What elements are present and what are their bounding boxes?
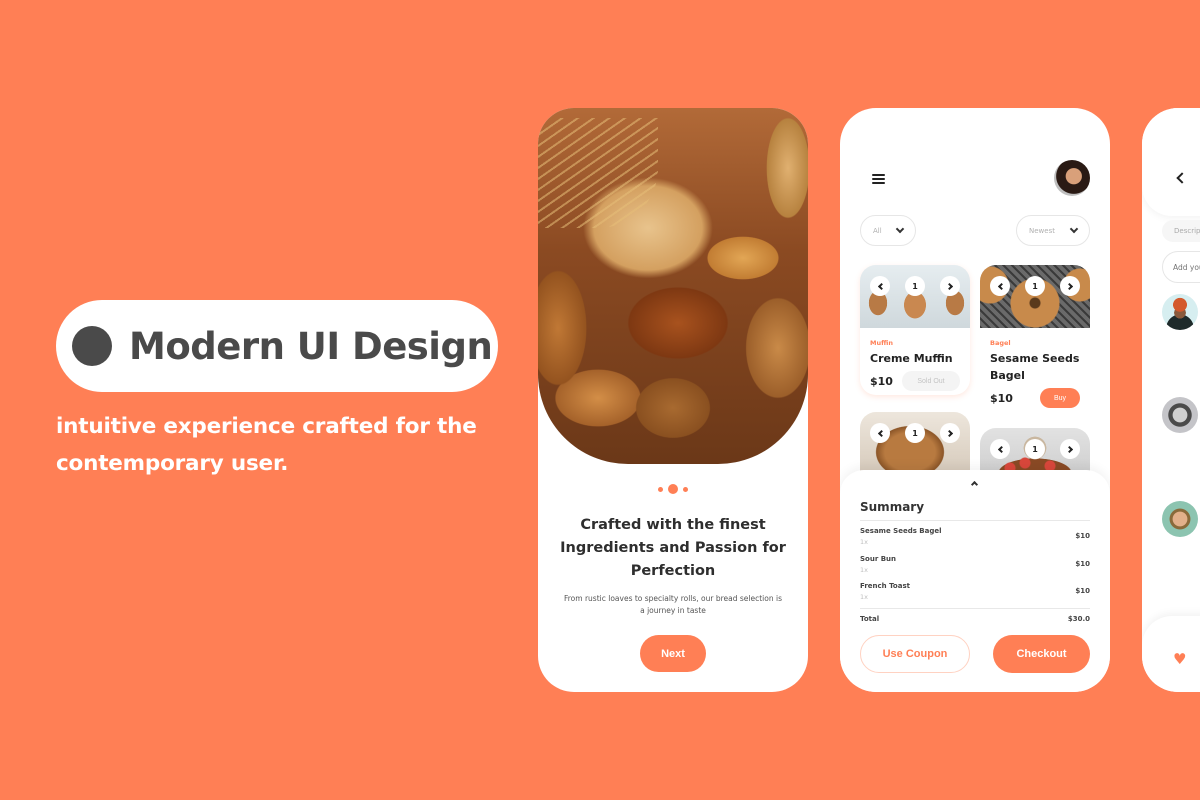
page-dot[interactable] [683, 486, 688, 492]
sour-bun-image: 1 [860, 412, 970, 475]
description-tab[interactable]: Description [1162, 220, 1200, 242]
comment-input[interactable] [1162, 251, 1200, 283]
page-dot[interactable] [658, 486, 663, 492]
summary-item: French Toast 1x $10 [860, 582, 1090, 606]
product-name: Creme Muffin [870, 352, 953, 365]
shop-screen: All Newest 1 Muffin Creme Muffin $10 Sol… [840, 108, 1110, 692]
sold-out-button[interactable]: Sold Out [902, 371, 960, 391]
next-image-button[interactable] [1060, 439, 1080, 459]
product-name: Sesame Seeds Bagel [990, 352, 1080, 382]
detail-footer: ♥ [1142, 616, 1200, 692]
chevron-left-icon [877, 429, 885, 437]
chevron-down-icon [895, 224, 905, 233]
divider [860, 608, 1090, 609]
item-name: Sour Bun [860, 555, 897, 563]
total-row: Total $30.0 [860, 615, 1090, 623]
commenter-avatar[interactable] [1162, 501, 1198, 537]
detail-header [1142, 108, 1200, 216]
use-coupon-button[interactable]: Use Coupon [860, 635, 970, 673]
chevron-right-icon [1065, 282, 1073, 290]
bullet-dot-icon [72, 326, 112, 366]
chevron-left-icon [877, 282, 885, 290]
total-label: Total [860, 615, 880, 623]
summary-item: Sour Bun 1x $10 [860, 555, 1090, 579]
user-avatar[interactable] [1054, 160, 1090, 196]
chevron-up-icon[interactable] [970, 480, 979, 489]
hero-title-pill: Modern UI Design [56, 300, 498, 392]
item-qty: 1x [860, 566, 868, 574]
hero-subtitle: intuitive experience crafted for the con… [56, 414, 477, 476]
heart-icon[interactable]: ♥ [1173, 650, 1186, 668]
page-dot-active[interactable] [668, 484, 678, 494]
product-card[interactable]: 1 Muffin Creme Muffin $10 Sold Out [860, 265, 970, 395]
product-category: Muffin [870, 339, 893, 347]
image-index: 1 [1025, 439, 1045, 459]
next-image-button[interactable] [940, 423, 960, 443]
next-image-button[interactable] [1060, 276, 1080, 296]
hero-title: Modern UI Design [129, 324, 493, 368]
bread-basket-image [538, 108, 808, 464]
image-index: 1 [905, 423, 925, 443]
wheat-decoration [538, 118, 658, 228]
item-qty: 1x [860, 538, 868, 546]
product-card[interactable]: 1 Bagel Sesame Seeds Bagel $10 Buy [980, 265, 1090, 415]
image-index: 1 [905, 276, 925, 296]
order-summary-sheet: Summary Sesame Seeds Bagel 1x $10 Sour B… [840, 470, 1110, 692]
chevron-left-icon [997, 282, 1005, 290]
sort-dropdown[interactable]: Newest [1016, 215, 1090, 246]
item-price: $10 [1075, 560, 1090, 568]
back-arrow-icon[interactable] [1176, 172, 1188, 184]
bagel-image: 1 [980, 265, 1090, 328]
commenter-avatar[interactable] [1162, 294, 1198, 330]
total-value: $30.0 [1067, 615, 1090, 623]
prev-image-button[interactable] [990, 439, 1010, 459]
product-category: Bagel [990, 339, 1011, 347]
prev-image-button[interactable] [870, 423, 890, 443]
prev-image-button[interactable] [990, 276, 1010, 296]
onboarding-title: Crafted with the finest Ingredients and … [560, 517, 786, 579]
prev-image-button[interactable] [870, 276, 890, 296]
onboarding-screen: Crafted with the finest Ingredients and … [538, 108, 808, 692]
onboarding-description: From rustic loaves to specialty rolls, o… [564, 594, 782, 615]
buy-button[interactable]: Buy [1040, 388, 1080, 408]
product-price: $10 [990, 392, 1013, 405]
next-button[interactable]: Next [640, 635, 706, 672]
sort-value: Newest [1029, 226, 1055, 235]
summary-title: Summary [860, 500, 925, 514]
chevron-right-icon [945, 429, 953, 437]
item-qty: 1x [860, 593, 868, 601]
summary-item: Sesame Seeds Bagel 1x $10 [860, 527, 1090, 551]
category-filter-value: All [873, 226, 882, 235]
chevron-right-icon [945, 282, 953, 290]
hamburger-menu-icon[interactable] [872, 174, 885, 186]
item-price: $10 [1075, 587, 1090, 595]
category-filter-dropdown[interactable]: All [860, 215, 916, 246]
next-image-button[interactable] [940, 276, 960, 296]
image-index: 1 [1025, 276, 1045, 296]
divider [860, 520, 1090, 521]
pagination-dots [538, 484, 808, 494]
item-price: $10 [1075, 532, 1090, 540]
chevron-down-icon [1069, 224, 1079, 233]
item-name: French Toast [860, 582, 910, 590]
muffin-image: 1 [860, 265, 970, 328]
commenter-avatar[interactable] [1162, 397, 1198, 433]
item-name: Sesame Seeds Bagel [860, 527, 942, 535]
checkout-button[interactable]: Checkout [993, 635, 1090, 673]
detail-screen: Description ♥ [1142, 108, 1200, 692]
chevron-right-icon [1065, 445, 1073, 453]
product-price: $10 [870, 375, 893, 388]
chevron-left-icon [997, 445, 1005, 453]
